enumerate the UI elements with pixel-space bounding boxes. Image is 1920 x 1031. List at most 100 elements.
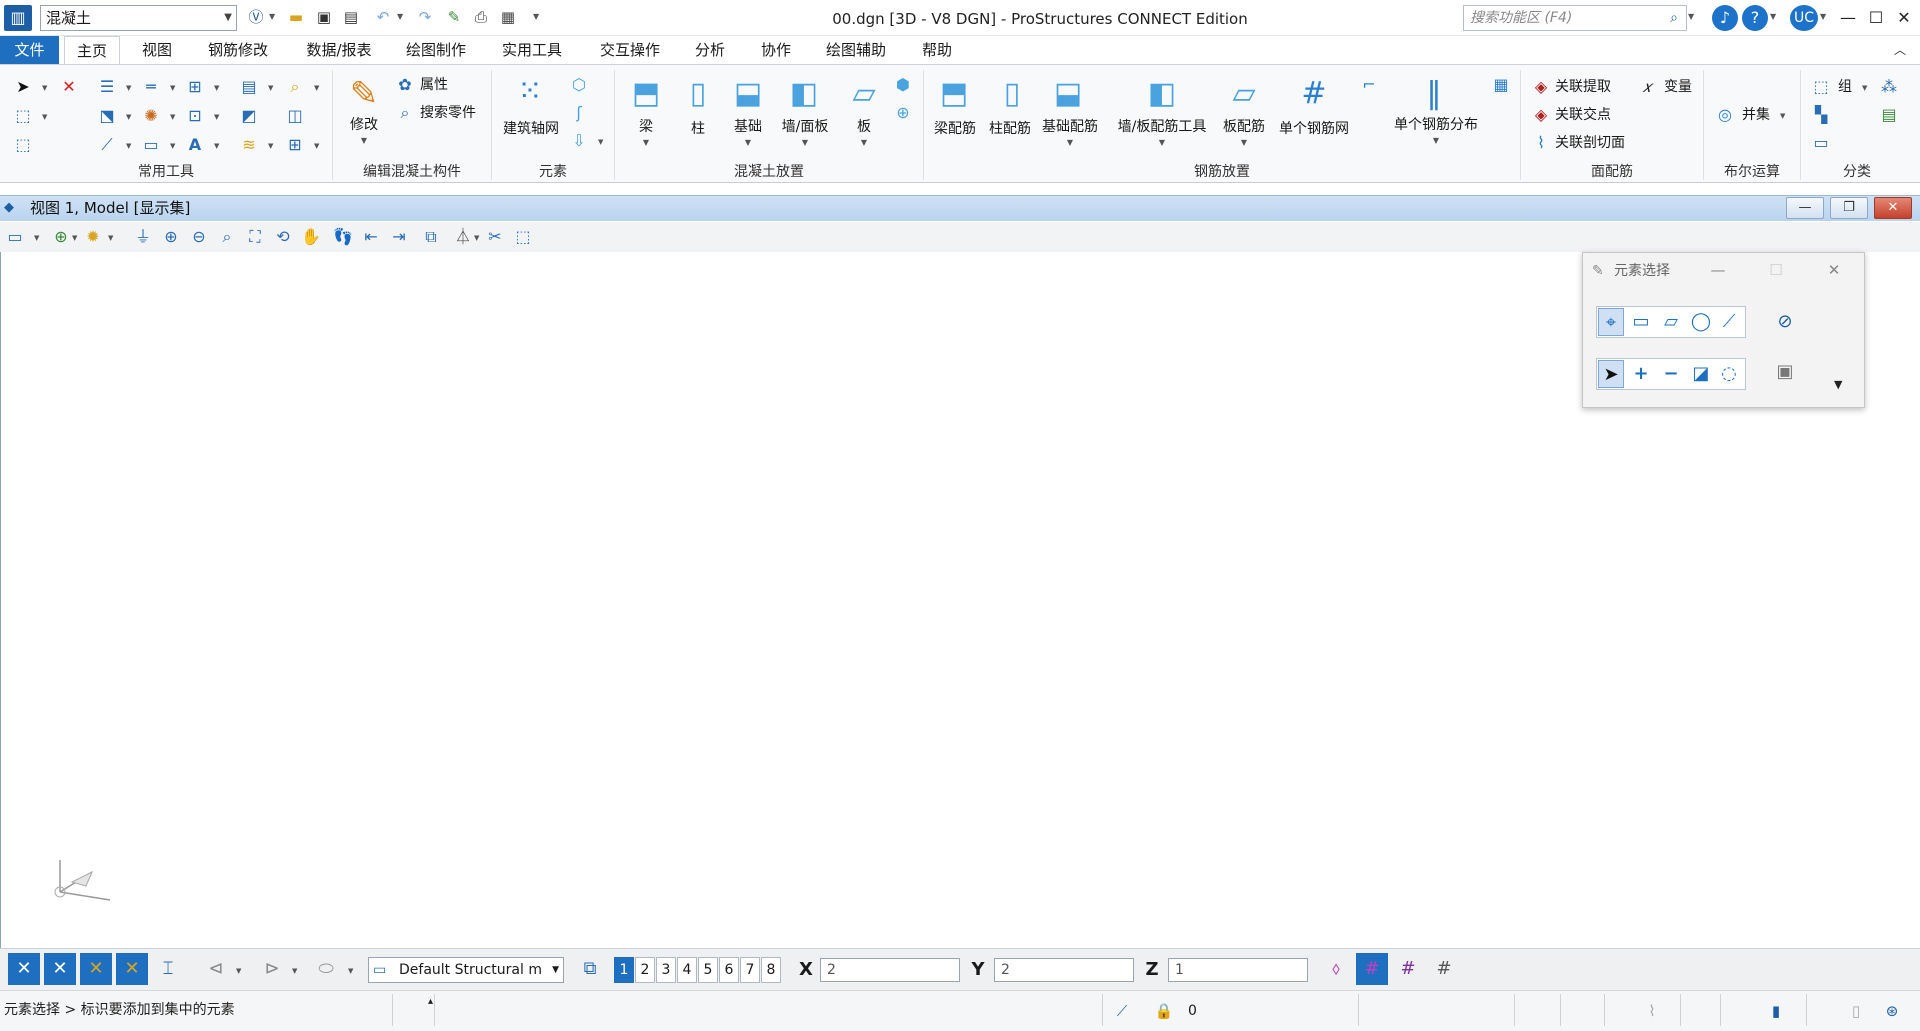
mode-new-icon[interactable]: ➤ <box>1598 360 1624 388</box>
place-smartline-icon[interactable]: ⬔ <box>96 105 118 127</box>
grid-plane-icon[interactable]: ⬨ <box>1320 953 1352 985</box>
group-button[interactable]: 组 <box>1838 78 1852 96</box>
measure-icon[interactable]: ⟋ <box>96 134 118 156</box>
view-6-button[interactable]: 6 <box>719 957 739 983</box>
element-info-icon[interactable]: ⊡ <box>184 105 206 127</box>
fence-icon[interactable]: ⬚ <box>12 134 34 156</box>
chevron-down-icon[interactable]: ▼ <box>170 141 178 151</box>
save-icon[interactable]: ▣ <box>313 6 335 28</box>
pan-view-icon[interactable]: ✋ <box>300 226 322 248</box>
chevron-down-icon[interactable]: ▼ <box>598 137 606 147</box>
view-3-button[interactable]: 3 <box>656 957 676 983</box>
assoc-intersection-button[interactable]: 关联交点 <box>1555 106 1611 124</box>
redo-icon[interactable]: ↷ <box>414 6 436 28</box>
walk-icon[interactable]: 👣 <box>332 226 354 248</box>
slab-rebar-icon[interactable]: ▱ <box>1222 72 1266 116</box>
assoc-extract-button[interactable]: 关联提取 <box>1555 78 1611 96</box>
snap-center-icon[interactable]: ✕ <box>116 953 148 985</box>
view-7-button[interactable]: 7 <box>740 957 760 983</box>
view-4-button[interactable]: 4 <box>677 957 697 983</box>
model-properties-icon[interactable]: ▮ <box>1764 999 1788 1023</box>
chevron-down-icon[interactable]: ▼ <box>1780 111 1788 121</box>
foundation-rebar-icon[interactable]: ⬓ <box>1046 72 1090 116</box>
save-as-icon[interactable]: ▤ <box>340 6 362 28</box>
view-next-icon[interactable]: ⇥ <box>388 226 410 248</box>
tab-file[interactable]: 文件 <box>0 36 59 64</box>
mode-subtract-icon[interactable]: − <box>1658 360 1684 388</box>
beam-icon[interactable]: ⬒ <box>624 72 668 116</box>
tab-utilities[interactable]: 实用工具 <box>492 36 572 64</box>
rebar-table-icon[interactable]: ▦ <box>1490 74 1512 96</box>
mode-invert-icon[interactable]: ◪ <box>1688 360 1714 388</box>
view-5-button[interactable]: 5 <box>698 957 718 983</box>
fit-view-icon[interactable]: ⛶ <box>244 226 266 248</box>
workflow-selector[interactable]: 混凝土 ▼ <box>40 5 237 31</box>
tab-collaboration[interactable]: 协作 <box>752 36 800 64</box>
camera-icon[interactable]: ⬚ <box>512 226 534 248</box>
foundation-button[interactable]: 基础 <box>722 118 774 136</box>
line-style-icon[interactable]: ☰ <box>96 76 118 98</box>
tab-interaction[interactable]: 交互操作 <box>590 36 670 64</box>
chevron-down-icon[interactable]: ▼ <box>1862 83 1870 93</box>
models-icon[interactable]: ▤ <box>238 76 260 98</box>
view-2-button[interactable]: 2 <box>635 957 655 983</box>
window-area-icon[interactable]: ⌕ <box>216 226 238 248</box>
grid-button[interactable]: 建筑轴网 <box>496 120 566 138</box>
chevron-down-icon[interactable]: ▼ <box>34 233 42 243</box>
clip-volume-icon[interactable]: ⏃ <box>452 226 474 248</box>
modify-pencil-icon[interactable]: ✎ <box>342 72 386 116</box>
beam-button[interactable]: 梁 <box>624 118 668 136</box>
back-arrow-icon[interactable]: ⊲ <box>200 953 232 985</box>
classify-blocks-icon[interactable]: ▚ <box>1810 104 1832 126</box>
minimize-button[interactable]: — <box>1834 4 1862 32</box>
print-preview-icon[interactable]: ▦ <box>497 6 519 28</box>
view-8-button[interactable]: 8 <box>761 957 781 983</box>
chevron-down-icon[interactable]: ▼ <box>1431 136 1441 146</box>
notification-bell-icon[interactable]: ♪ <box>1712 5 1738 31</box>
element-hook-icon[interactable]: ʃ <box>568 102 590 124</box>
dialog-expand-icon[interactable]: ▼ <box>1834 378 1848 392</box>
slab-button[interactable]: 板 <box>842 118 886 136</box>
selection-set-icon[interactable]: ⬚ <box>12 105 34 127</box>
slab-icon[interactable]: ▱ <box>842 72 886 116</box>
classify-tree-icon[interactable]: ⁂ <box>1878 76 1900 98</box>
union-icon[interactable]: ◎ <box>1714 104 1736 126</box>
select-block-icon[interactable]: ▭ <box>1628 308 1654 336</box>
copy-view-icon[interactable]: ⧉ <box>420 226 442 248</box>
saved-views-icon[interactable]: ⬭ <box>310 953 342 985</box>
open-folder-icon[interactable]: ▬ <box>285 6 307 28</box>
concrete-add-icon[interactable]: ⊕ <box>892 102 914 124</box>
maximize-button[interactable]: ☐ <box>1862 4 1890 32</box>
chevron-down-icon[interactable]: ▼ <box>269 10 279 24</box>
explorer-icon[interactable]: ◫ <box>284 105 306 127</box>
view-attributes-icon[interactable]: ▭ <box>4 226 26 248</box>
chevron-down-icon[interactable]: ▼ <box>397 10 407 24</box>
design-history-icon[interactable]: ⌇ <box>1640 999 1664 1023</box>
grid-display-icon[interactable]: # <box>1392 953 1424 985</box>
column-rebar-icon[interactable]: ▯ <box>990 72 1034 116</box>
chevron-down-icon[interactable]: ▼ <box>800 138 810 148</box>
foundation-icon[interactable]: ⬓ <box>726 72 770 116</box>
mode-clear-icon[interactable]: ◌ <box>1716 360 1742 388</box>
dialog-maximize-button[interactable]: ☐ <box>1764 259 1788 281</box>
select-all-icon[interactable]: ▣ <box>1772 358 1798 386</box>
column-rebar-button[interactable]: 柱配筋 <box>982 120 1038 138</box>
print-icon[interactable]: ⎙ <box>470 6 492 28</box>
element-cube-icon[interactable]: ⬡ <box>568 74 590 96</box>
collapse-ribbon-icon[interactable]: ︿ <box>1890 40 1910 60</box>
wall-slab-rebar-tool-button[interactable]: 墙/板配筋工具 <box>1110 118 1214 136</box>
search-parts-button[interactable]: 搜索零件 <box>420 104 476 122</box>
tab-view[interactable]: 视图 <box>130 36 184 64</box>
single-mesh-button[interactable]: 单个钢筋网 <box>1274 120 1354 138</box>
chevron-down-icon[interactable]: ▼ <box>1770 10 1780 24</box>
connection-status-icon[interactable]: ⊛ <box>1880 999 1904 1023</box>
slab-rebar-button[interactable]: 板配筋 <box>1216 118 1272 136</box>
grid-settings-icon[interactable]: # <box>1428 953 1460 985</box>
chevron-down-icon[interactable]: ▼ <box>42 83 50 93</box>
color-palette-icon[interactable]: ✺ <box>140 105 162 127</box>
element-arrow-icon[interactable]: ⇩ <box>568 130 590 152</box>
rebar-distribution-icon[interactable]: ‖ <box>1412 72 1456 116</box>
z-coord-input[interactable]: 1 <box>1168 958 1308 982</box>
ribbon-search-input[interactable]: 搜索功能区 (F4) ⌕ <box>1463 5 1687 31</box>
select-shape-icon[interactable]: ▱ <box>1658 308 1684 336</box>
